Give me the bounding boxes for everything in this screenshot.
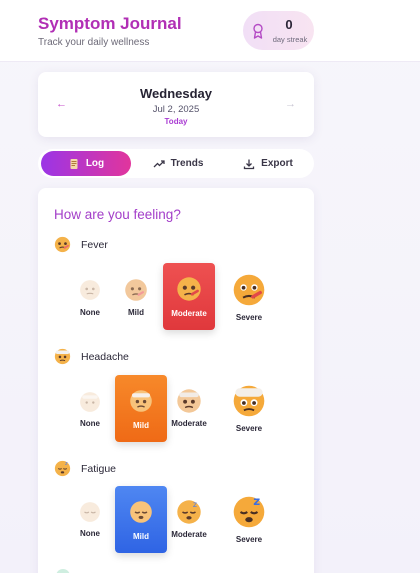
fatigue-mild-option[interactable]: Mild (115, 486, 167, 553)
symptom-name: Fever (81, 238, 108, 251)
tab-export-label: Export (261, 158, 293, 169)
mild-face-icon (130, 501, 152, 523)
none-face-icon (80, 502, 100, 522)
svg-text:z: z (193, 500, 197, 509)
tab-trends-label: Trends (170, 158, 204, 169)
download-icon (244, 159, 255, 169)
moderate-face-icon (177, 389, 201, 413)
svg-text:z: z (253, 495, 260, 508)
option-label: Severe (235, 535, 263, 544)
option-label: Moderate (171, 419, 207, 428)
streak-badge: 0 day streak (243, 11, 314, 50)
today-link[interactable]: Today (38, 117, 314, 126)
fever-none-option[interactable]: None (64, 279, 116, 317)
moderate-face-icon: z (177, 500, 201, 524)
tab-trends[interactable]: Trends (138, 151, 218, 176)
severe-face-icon: z (233, 495, 265, 528)
option-label: None (80, 529, 100, 538)
option-label: Moderate (171, 309, 207, 318)
symptom-name: Fatigue (81, 462, 117, 475)
streak-label: day streak (272, 35, 308, 44)
award-icon (253, 23, 263, 39)
option-label: Mild (133, 421, 149, 430)
date-selector: ← Wednesday Jul 2, 2025 Today → (38, 72, 314, 137)
app-subtitle: Track your daily wellness (38, 37, 150, 48)
none-face-icon (80, 392, 100, 412)
fatigue-severe-option[interactable]: z Severe (223, 495, 275, 544)
symptom-log-panel: How are you feeling? Fever None Mild Mod… (38, 188, 314, 573)
sleepy-face-icon: z (54, 460, 71, 477)
headache-face-icon (54, 348, 71, 365)
headache-mild-option[interactable]: Mild (115, 375, 167, 442)
symptom-header: Headache (54, 348, 129, 365)
app-title: Symptom Journal (38, 14, 182, 33)
view-tabs: Log Trends Export (38, 149, 314, 178)
symptom-header: Fever (54, 236, 108, 253)
headache-severe-option[interactable]: Severe (223, 384, 275, 433)
fatigue-moderate-option[interactable]: z Moderate (163, 499, 215, 539)
tab-export[interactable]: Export (228, 151, 308, 176)
mild-face-icon (130, 390, 152, 412)
svg-text:z: z (65, 461, 68, 467)
option-label: None (80, 308, 100, 317)
fever-moderate-option[interactable]: Moderate (163, 263, 215, 330)
tab-log[interactable]: Log (41, 151, 131, 176)
option-label: Moderate (171, 530, 207, 539)
date-full: Jul 2, 2025 (152, 104, 200, 115)
next-day-button[interactable]: → (285, 98, 296, 110)
option-label: Severe (235, 313, 263, 322)
moderate-face-icon (177, 277, 201, 301)
notebook-icon (70, 158, 78, 169)
streak-count: 0 (285, 17, 293, 32)
headache-none-option[interactable]: None (64, 391, 116, 428)
mild-face-icon (125, 279, 147, 301)
panel-title: How are you feeling? (54, 207, 181, 222)
severe-face-icon (233, 274, 265, 306)
option-label: Mild (128, 308, 144, 317)
trend-icon (153, 159, 165, 167)
fatigue-none-option[interactable]: None (64, 501, 116, 538)
fever-severe-option[interactable]: Severe (223, 273, 275, 322)
option-label: None (80, 419, 100, 428)
tab-log-label: Log (85, 158, 105, 169)
option-label: Mild (133, 532, 149, 541)
fever-mild-option[interactable]: Mild (110, 278, 162, 317)
fever-face-icon (54, 236, 71, 253)
headache-moderate-option[interactable]: Moderate (163, 388, 215, 428)
severe-face-icon (233, 385, 265, 417)
none-face-icon (80, 280, 100, 300)
symptom-header: z Fatigue (54, 460, 116, 477)
date-weekday: Wednesday (139, 86, 212, 101)
symptom-name: Headache (81, 350, 129, 363)
option-label: Severe (235, 424, 263, 433)
app-header: Symptom Journal Track your daily wellnes… (0, 0, 420, 62)
